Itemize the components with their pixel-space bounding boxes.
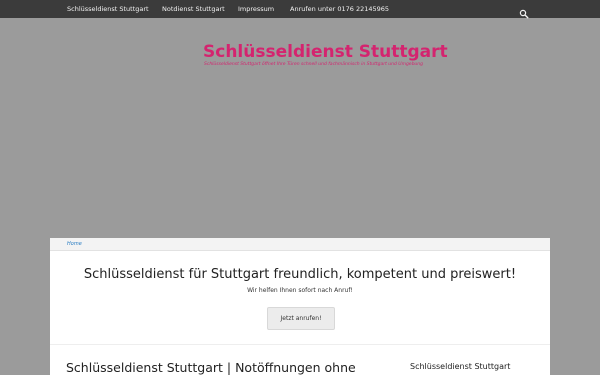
content-area: Home Schlüsseldienst für Stuttgart freun… xyxy=(50,238,550,375)
top-navigation-bar: Schlüsseldienst Stuttgart Notdienst Stut… xyxy=(0,0,600,19)
sidebar-widget-title: Schlüsseldienst Stuttgart xyxy=(410,362,511,371)
section-divider xyxy=(50,344,550,345)
breadcrumb-home-link[interactable]: Home xyxy=(67,238,82,250)
breadcrumb: Home xyxy=(50,238,550,251)
call-now-button[interactable]: Jetzt anrufen! xyxy=(267,307,335,330)
post-title[interactable]: Schlüsseldienst Stuttgart | Notöffnungen… xyxy=(66,360,356,375)
hero-subtitle: Wir helfen Ihnen sofort nach Anruf! xyxy=(247,287,353,294)
nav-item-notdienst-stuttgart[interactable]: Notdienst Stuttgart xyxy=(162,0,225,18)
site-title[interactable]: Schlüsseldienst Stuttgart xyxy=(203,42,448,62)
site-description: Schlüsseldienst Stuttgart öffnet Ihre Tü… xyxy=(204,62,423,67)
search-icon[interactable] xyxy=(519,4,529,19)
nav-item-anrufen[interactable]: Anrufen unter 0176 22145965 xyxy=(290,0,389,18)
hero-title: Schlüsseldienst für Stuttgart freundlich… xyxy=(83,267,517,282)
nav-item-impressum[interactable]: Impressum xyxy=(238,0,274,18)
nav-item-schluesseldienst-stuttgart[interactable]: Schlüsseldienst Stuttgart xyxy=(67,0,149,18)
